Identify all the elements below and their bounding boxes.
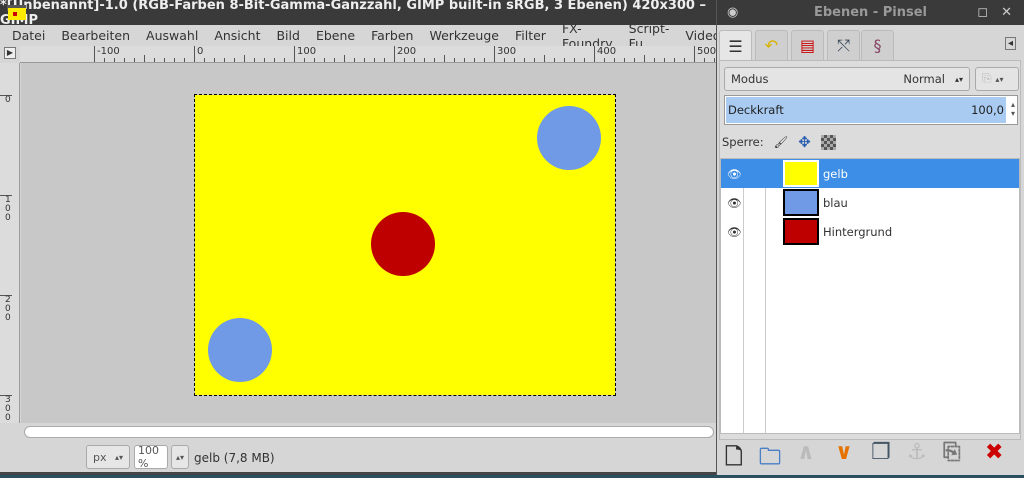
horizontal-ruler: -100 0 100 200 300 400 500 (20, 46, 716, 63)
blue-circle-bottom-left (208, 318, 272, 382)
horizontal-scrollbar[interactable] (24, 426, 714, 438)
dock-title: Ebenen - Pinsel (813, 5, 928, 20)
unit-select[interactable]: px ▴▾ (86, 445, 130, 469)
new-layer-button[interactable]: 🗋 (725, 440, 743, 478)
visibility-eye-icon[interactable]: 👁 (727, 167, 742, 181)
delete-layer-button[interactable]: ✖ (985, 440, 1003, 465)
tab-undo-history[interactable]: ↶ (755, 30, 788, 60)
gimp-app-icon (8, 5, 26, 20)
layers-panel: Modus Normal ▴▾ ⎘ ▴▾ Deckkraft 100,0 ▴ ▾ … (719, 60, 1021, 440)
tab-channels[interactable]: ▤ (791, 30, 824, 60)
visibility-eye-icon[interactable]: 👁 (727, 225, 742, 239)
layer-thumbnail (783, 160, 819, 187)
zoom-spinner[interactable]: ▴▾ (171, 445, 189, 469)
ruler-label: 100 (294, 46, 316, 62)
undo-icon: ↶ (764, 36, 779, 55)
menu-bearbeiten[interactable]: Bearbeiten (53, 28, 138, 43)
symmetry-icon: § (873, 36, 882, 55)
visibility-eye-icon[interactable]: 👁 (727, 196, 742, 210)
maximize-icon[interactable]: ◻ (977, 5, 988, 20)
ruler-label: 500 (694, 46, 716, 62)
menu-arrow-button[interactable]: ▶ (4, 47, 16, 59)
ruler-label: 300 (0, 395, 12, 423)
dock-menu-icon[interactable]: ◂ (1004, 37, 1016, 50)
layer-row-hintergrund[interactable]: 👁 Hintergrund (721, 217, 1019, 246)
opacity-slider[interactable]: Deckkraft 100,0 ▴ ▾ (724, 95, 1018, 125)
tab-paths[interactable]: ⤲ (827, 30, 860, 60)
status-bar: px ▴▾ 100 % ▴▾ gelb (7,8 MB) (0, 442, 716, 472)
duplicate-layer-button[interactable]: ❐ (871, 440, 891, 465)
gimp-main-window: *[Unbenannt]-1.0 (RGB-Farben 8-Bit-Gamma… (0, 0, 720, 475)
layer-thumbnail (783, 218, 819, 245)
menu-datei[interactable]: Datei (4, 28, 53, 43)
new-layer-group-button[interactable]: 🗀 (759, 440, 781, 478)
composite-mode-select[interactable]: ⎘ ▴▾ (975, 67, 1019, 91)
lock-pixels-icon[interactable]: 🖌 (774, 135, 789, 149)
layer-thumbnail (783, 189, 819, 216)
menu-auswahl[interactable]: Auswahl (138, 28, 206, 43)
layers-list: 👁 gelb 👁 blau 👁 Hintergrund (720, 158, 1020, 434)
ruler-label: 0 (0, 95, 12, 105)
mode-value: Normal (903, 72, 945, 86)
menu-bild[interactable]: Bild (268, 28, 307, 43)
raise-layer-button[interactable]: ∧ (797, 440, 815, 465)
opacity-value: 100,0 (971, 103, 1004, 117)
lock-label: Sperre: (722, 135, 764, 149)
menu-werkzeuge[interactable]: Werkzeuge (421, 28, 507, 43)
unit-value: px (93, 450, 107, 464)
lock-row: Sperre: 🖌 ✥ (722, 133, 836, 151)
menu-ansicht[interactable]: Ansicht (206, 28, 268, 43)
dock-title-bar: ◉ Ebenen - Pinsel ◻ ✕ (717, 0, 1024, 25)
menu-ebene[interactable]: Ebene (308, 28, 363, 43)
opacity-spinner[interactable]: ▴ ▾ (1011, 100, 1015, 118)
blue-circle-top-right (537, 106, 601, 170)
layers-dock: ◉ Ebenen - Pinsel ◻ ✕ ☰ ↶ ▤ ⤲ § ◂ Modus … (716, 0, 1024, 475)
menu-farben[interactable]: Farben (363, 28, 421, 43)
ruler-label: 200 (0, 295, 12, 323)
zoom-input[interactable]: 100 % (134, 444, 168, 470)
red-circle-center (371, 212, 435, 276)
zoom-value: 100 % (138, 444, 159, 470)
ruler-label: -100 (94, 46, 120, 62)
ruler-label: 0 (194, 46, 203, 62)
gimp-dock-icon: ◉ (727, 5, 739, 20)
opacity-label: Deckkraft (728, 103, 784, 117)
tab-symmetry[interactable]: § (861, 30, 894, 60)
layer-row-gelb[interactable]: 👁 gelb (721, 159, 1019, 188)
lock-alpha-icon[interactable] (820, 134, 836, 150)
ruler-label: 400 (594, 46, 616, 62)
layers-icon: ☰ (728, 37, 743, 56)
canvas-area[interactable] (21, 63, 716, 423)
menu-bar: Datei Bearbeiten Auswahl Ansicht Bild Eb… (0, 21, 720, 51)
paths-icon: ⤲ (837, 35, 850, 55)
menu-filter[interactable]: Filter (507, 28, 554, 43)
channels-icon: ▤ (799, 36, 816, 55)
merge-layer-button[interactable]: ⎘ (943, 440, 961, 465)
vertical-ruler: 0 100 200 300 (0, 63, 20, 423)
layer-name: gelb (823, 166, 848, 181)
close-icon[interactable]: ✕ (1001, 5, 1012, 20)
ruler-label: 100 (0, 195, 12, 223)
mode-select[interactable]: Modus Normal ▴▾ (724, 67, 970, 91)
lower-layer-button[interactable]: ∨ (835, 440, 853, 465)
ruler-label: 300 (494, 46, 516, 62)
layer-name: Hintergrund (823, 224, 893, 239)
mode-label: Modus (731, 72, 769, 86)
image-canvas[interactable] (194, 94, 616, 396)
layer-name: blau (823, 195, 848, 210)
status-info: gelb (7,8 MB) (194, 451, 275, 465)
title-bar: *[Unbenannt]-1.0 (RGB-Farben 8-Bit-Gamma… (0, 0, 716, 28)
anchor-layer-button[interactable]: ⚓ (907, 440, 927, 465)
layer-row-blau[interactable]: 👁 blau (721, 188, 1019, 217)
tab-layers[interactable]: ☰ (719, 30, 752, 62)
ruler-label: 200 (394, 46, 416, 62)
window-title: *[Unbenannt]-1.0 (RGB-Farben 8-Bit-Gamma… (0, 0, 707, 28)
lock-position-icon[interactable]: ✥ (798, 133, 811, 151)
